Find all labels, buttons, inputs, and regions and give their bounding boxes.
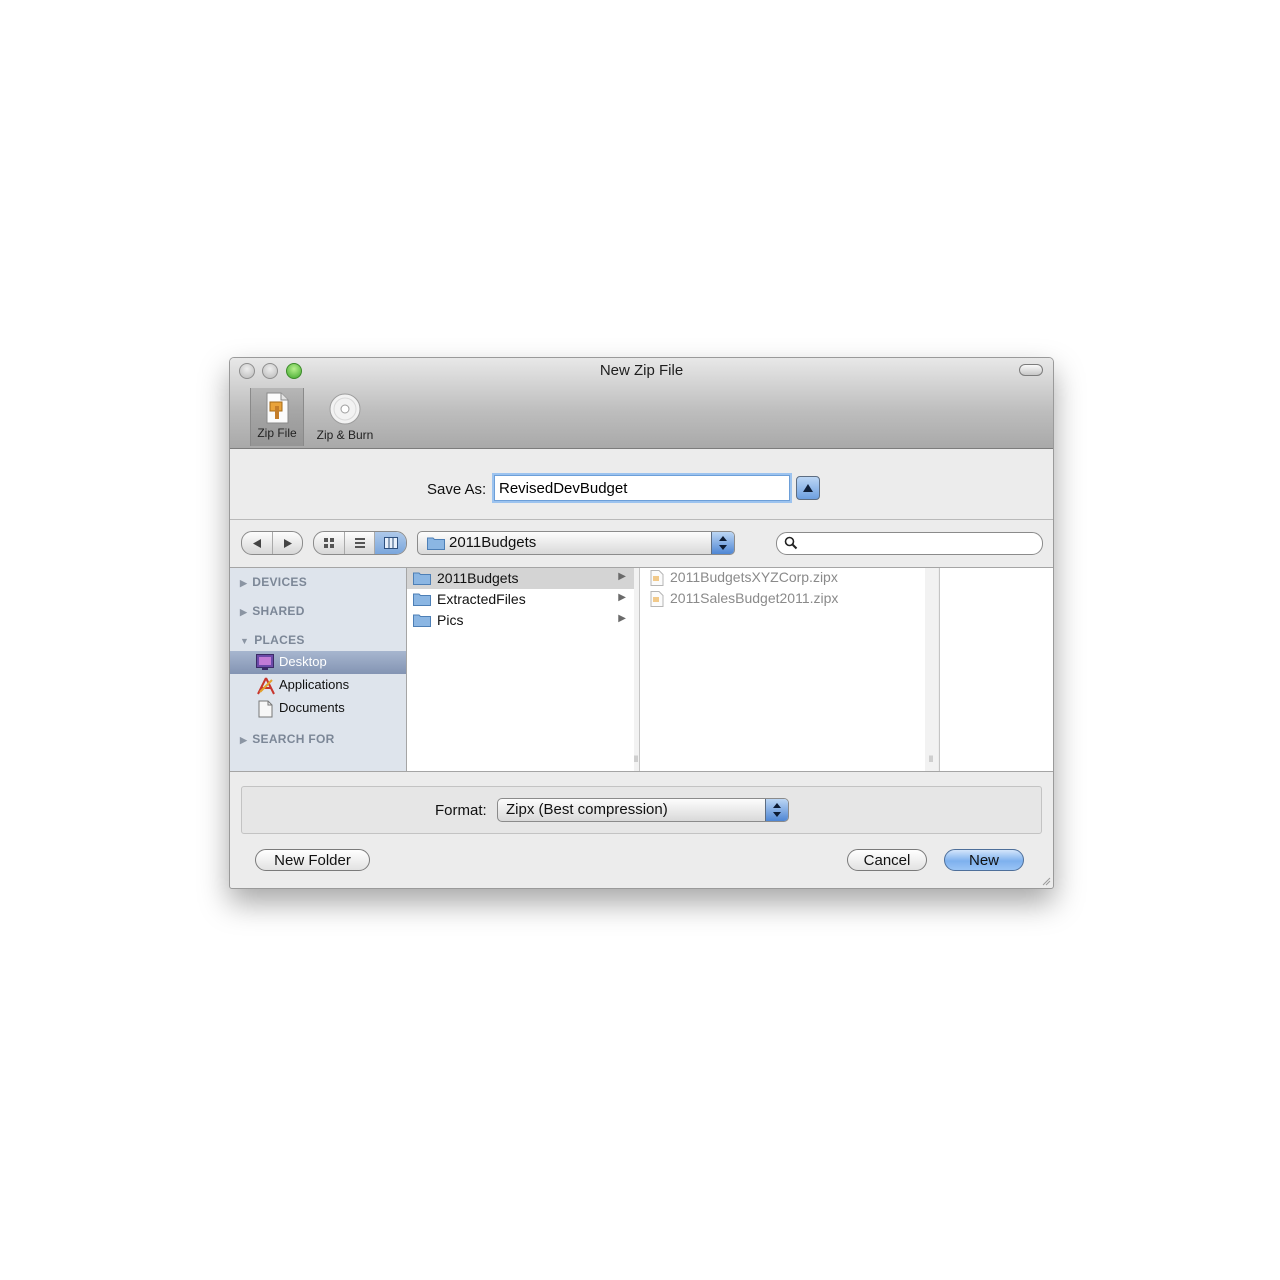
sidebar-item-applications[interactable]: Applications bbox=[230, 674, 406, 697]
new-folder-button[interactable]: New Folder bbox=[255, 849, 370, 871]
sidebar-section-devices[interactable]: ▶ DEVICES bbox=[240, 575, 307, 589]
folder-row-2011budgets[interactable]: 2011Budgets ▶ bbox=[407, 568, 634, 589]
title-toolbar: New Zip File Zip File Zip & Burn bbox=[230, 358, 1053, 449]
toolbar-zip-file-button[interactable]: Zip File bbox=[250, 388, 304, 446]
location-popup-label: 2011Budgets bbox=[449, 534, 537, 551]
list-view-button[interactable] bbox=[345, 532, 376, 554]
folder-icon bbox=[427, 537, 445, 550]
list-view-icon bbox=[354, 538, 365, 548]
sidebar-item-label: Documents bbox=[279, 700, 345, 715]
sidebar-section-label: DEVICES bbox=[252, 575, 308, 589]
folder-row-pics[interactable]: Pics ▶ bbox=[407, 610, 634, 631]
updown-arrows-icon bbox=[719, 536, 727, 550]
disclosure-right-icon: ▶ bbox=[618, 592, 626, 603]
folder-name: Pics bbox=[437, 612, 464, 628]
zip-file-icon bbox=[266, 392, 289, 424]
back-button[interactable] bbox=[242, 532, 273, 554]
disclosure-right-icon: ▶ bbox=[240, 578, 248, 588]
browser-column-3 bbox=[939, 568, 1053, 771]
resize-grip-icon: ll bbox=[634, 754, 638, 764]
sidebar: ▶ DEVICES ▶ SHARED ▼ PLACES Desktop Applica… bbox=[230, 568, 407, 771]
file-row-zipx[interactable]: 2011SalesBudget2011.zipx bbox=[640, 589, 925, 610]
back-forward-control bbox=[241, 531, 303, 555]
icon-view-icon bbox=[323, 538, 334, 548]
browser-column-1: 2011Budgets ▶ ExtractedFiles ▶ Pics ▶ bbox=[407, 568, 635, 771]
updown-arrows-icon bbox=[773, 803, 781, 817]
location-popup[interactable]: 2011Budgets bbox=[417, 531, 735, 555]
toolbar-zip-burn-button[interactable]: Zip & Burn bbox=[310, 388, 380, 446]
sidebar-section-places[interactable]: ▼ PLACES bbox=[240, 633, 305, 647]
disclosure-right-icon: ▶ bbox=[618, 613, 626, 624]
sidebar-section-shared[interactable]: ▶ SHARED bbox=[240, 604, 305, 618]
zipx-file-icon bbox=[650, 591, 664, 607]
file-row-zipx[interactable]: 2011BudgetsXYZCorp.zipx bbox=[640, 568, 925, 589]
sidebar-section-label: SEARCH FOR bbox=[252, 732, 335, 746]
arrow-left-icon bbox=[253, 538, 261, 548]
format-popup-value: Zipx (Best compression) bbox=[506, 801, 668, 818]
disclosure-right-icon: ▶ bbox=[240, 607, 248, 617]
resize-grip-icon: ll bbox=[929, 754, 933, 764]
sidebar-section-label: SHARED bbox=[252, 604, 305, 618]
folder-icon bbox=[413, 572, 431, 585]
folder-icon bbox=[413, 614, 431, 627]
zipx-file-icon bbox=[650, 570, 664, 586]
toolbar-zip-file-label: Zip File bbox=[257, 426, 297, 440]
applications-icon bbox=[257, 677, 275, 695]
location-popup-arrows bbox=[711, 532, 734, 554]
folder-name: ExtractedFiles bbox=[437, 591, 526, 607]
disclosure-right-icon: ▶ bbox=[240, 735, 248, 745]
format-popup-arrows bbox=[765, 799, 788, 821]
divider bbox=[230, 519, 1053, 520]
documents-icon bbox=[258, 700, 273, 718]
search-icon bbox=[784, 536, 798, 550]
new-button[interactable]: New bbox=[944, 849, 1024, 871]
view-mode-control bbox=[313, 531, 407, 555]
desktop-icon bbox=[256, 654, 274, 670]
resize-grip-icon[interactable] bbox=[1041, 876, 1051, 886]
file-name: 2011BudgetsXYZCorp.zipx bbox=[670, 569, 838, 585]
toolbar-zip-burn-label: Zip & Burn bbox=[316, 428, 374, 442]
divider bbox=[230, 771, 1053, 772]
format-popup[interactable]: Zipx (Best compression) bbox=[497, 798, 789, 822]
arrow-right-icon bbox=[283, 538, 292, 548]
sidebar-item-label: Applications bbox=[279, 677, 350, 692]
search-input[interactable] bbox=[803, 535, 1037, 553]
file-name: 2011SalesBudget2011.zipx bbox=[670, 590, 839, 606]
cancel-button[interactable]: Cancel bbox=[847, 849, 927, 871]
forward-button[interactable] bbox=[273, 532, 302, 554]
folder-icon bbox=[413, 593, 431, 606]
toolbar-toggle-button[interactable] bbox=[1019, 364, 1043, 376]
window-title: New Zip File bbox=[599, 362, 684, 379]
expand-dialog-button[interactable] bbox=[796, 476, 820, 500]
column-view-button[interactable] bbox=[375, 532, 406, 554]
search-field[interactable] bbox=[776, 532, 1043, 555]
sidebar-item-documents[interactable]: Documents bbox=[230, 697, 406, 720]
folder-row-extractedfiles[interactable]: ExtractedFiles ▶ bbox=[407, 589, 634, 610]
cd-disc-icon bbox=[329, 393, 361, 425]
folder-name: 2011Budgets bbox=[437, 570, 519, 586]
new-zip-file-dialog: New Zip File Zip File Zip & Burn Save As… bbox=[229, 357, 1054, 889]
sidebar-section-search-for[interactable]: ▶ SEARCH FOR bbox=[240, 732, 335, 746]
browser-column-2: 2011BudgetsXYZCorp.zipx 2011SalesBudget2… bbox=[639, 568, 926, 771]
format-label: Format: bbox=[435, 802, 487, 819]
column-resize-handle[interactable]: ll bbox=[925, 568, 938, 771]
format-panel: Format: Zipx (Best compression) bbox=[241, 786, 1042, 834]
icon-view-button[interactable] bbox=[314, 532, 345, 554]
sidebar-item-desktop[interactable]: Desktop bbox=[230, 651, 406, 674]
triangle-up-icon bbox=[803, 484, 813, 492]
save-as-label: Save As: bbox=[427, 481, 487, 498]
sidebar-item-label: Desktop bbox=[279, 654, 327, 669]
sidebar-section-label: PLACES bbox=[254, 633, 305, 647]
save-as-input[interactable] bbox=[494, 475, 790, 501]
disclosure-down-icon: ▼ bbox=[240, 636, 250, 646]
disclosure-right-icon: ▶ bbox=[618, 571, 626, 582]
column-view-icon bbox=[383, 537, 398, 549]
